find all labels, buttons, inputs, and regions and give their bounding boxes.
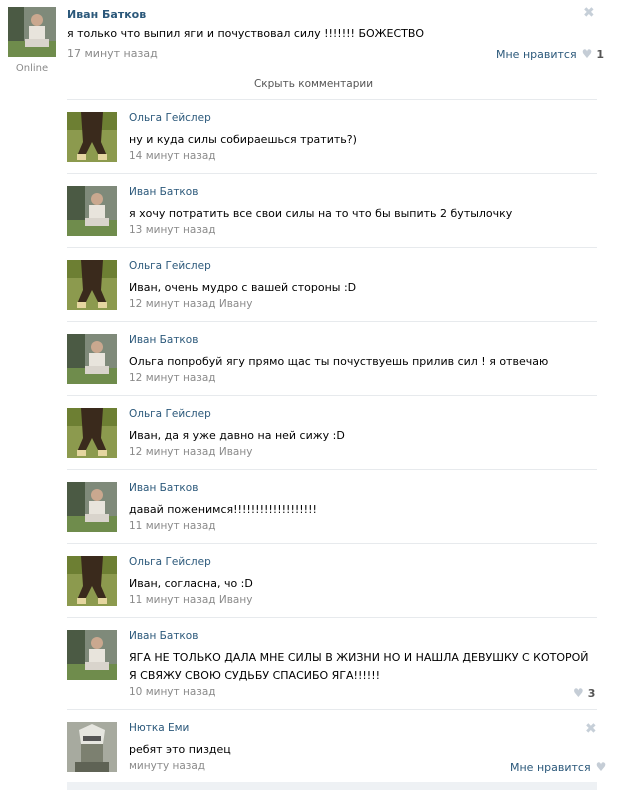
comment-item: Ольга Гейслер ну и куда силы собираешься… [67,112,597,176]
divider [67,469,597,470]
comment-item: Иван Батков я хочу потратить все свои си… [67,186,597,250]
avatar[interactable] [67,186,117,236]
comment-author-link[interactable]: Иван Батков [129,482,198,494]
comment-author-link[interactable]: Ольга Гейслер [129,556,211,568]
divider [67,543,597,544]
avatar[interactable] [67,482,117,532]
divider [67,617,597,618]
comment-like-button[interactable]: Мне нравится ♥ [510,760,606,774]
comment-item: Иван Батков Ольга попробуй ягу прямо щас… [67,334,597,398]
post-author-link[interactable]: Иван Батков [67,8,146,21]
comment-author-link[interactable]: Ольга Гейслер [129,260,211,272]
comment-item: Иван Батков давай поженимся!!!!!!!!!!!!!… [67,482,597,546]
heart-icon: ♥ [581,47,593,61]
close-icon[interactable]: ✖ [585,722,597,736]
comment-timestamp[interactable]: 12 минут назад Ивану [129,298,252,310]
comment-timestamp[interactable]: 11 минут назад Ивану [129,594,252,606]
comment-author-link[interactable]: Иван Батков [129,630,198,642]
avatar[interactable] [8,7,56,57]
divider [67,99,597,100]
divider [67,395,597,396]
online-status: Online [15,63,49,74]
comment-text: Ольга попробуй ягу прямо щас ты почуству… [129,355,549,368]
comment-author-link[interactable]: Ольга Гейслер [129,408,211,420]
like-label: Мне нравится [510,760,591,774]
comment-text: Иван, очень мудро с вашей стороны :D [129,281,357,294]
avatar[interactable] [67,408,117,458]
comment-author-link[interactable]: Ольга Гейслер [129,112,211,124]
comment-timestamp[interactable]: 12 минут назад [129,372,216,384]
post-text: я только что выпил яги и почуствовал сил… [67,27,425,40]
close-icon[interactable]: ✖ [583,6,595,20]
comment-timestamp[interactable]: 13 минут назад [129,224,216,236]
wall-post: Online Иван Батков я только что выпил яг… [0,0,627,100]
comment-timestamp[interactable]: минуту назад [129,760,205,772]
heart-icon: ♥ [595,760,607,774]
comment-text: ребят это пиздец [129,743,231,756]
comment-author-link[interactable]: Иван Батков [129,334,198,346]
avatar[interactable] [67,556,117,606]
comment-item: Нютка Еми ребят это пиздец минуту назад … [67,722,606,778]
comment-timestamp[interactable]: 10 минут назад [129,686,216,698]
divider [67,173,597,174]
comment-text: ну и куда силы собираешься тратить?) [129,133,357,146]
divider [67,709,597,710]
avatar[interactable] [67,722,117,772]
comment-text: Иван, согласна, чо :D [129,577,253,590]
comment-item: Ольга Гейслер Иван, да я уже давно на не… [67,408,597,472]
hide-comments-link[interactable]: Скрыть комментарии [0,78,627,90]
post-like-button[interactable]: Мне нравится ♥ 1 [496,47,604,61]
comment-input-area[interactable] [67,782,597,790]
like-label: Мне нравится [496,47,577,61]
divider [67,321,597,322]
comment-timestamp[interactable]: 11 минут назад [129,520,216,532]
avatar[interactable] [67,630,117,680]
comment-item: Ольга Гейслер Иван, очень мудро с вашей … [67,260,597,324]
divider [67,247,597,248]
comment-text: я хочу потратить все свои силы на то что… [129,207,513,220]
avatar[interactable] [67,334,117,384]
heart-icon: ♥ [573,686,584,700]
comment-text: Иван, да я уже давно на ней сижу :D [129,429,345,442]
avatar[interactable] [67,260,117,310]
comment-like-button[interactable]: ♥ 3 [573,686,595,700]
comment-timestamp[interactable]: 12 минут назад Ивану [129,446,252,458]
comment-author-link[interactable]: Иван Батков [129,186,198,198]
like-count: 3 [587,686,596,700]
comment-item: Иван Батков ЯГА НЕ ТОЛЬКО ДАЛА МНЕ СИЛЫ … [67,630,597,704]
post-timestamp[interactable]: 17 минут назад [67,47,158,60]
like-count: 1 [596,47,604,61]
comment-author-link[interactable]: Нютка Еми [129,722,189,734]
comment-text: ЯГА НЕ ТОЛЬКО ДАЛА МНЕ СИЛЫ В ЖИЗНИ НО И… [129,651,589,682]
comment-item: Ольга Гейслер Иван, согласна, чо :D 11 м… [67,556,597,620]
comment-text: давай поженимся!!!!!!!!!!!!!!!!!!! [129,503,317,516]
avatar[interactable] [67,112,117,162]
comment-timestamp[interactable]: 14 минут назад [129,150,216,162]
